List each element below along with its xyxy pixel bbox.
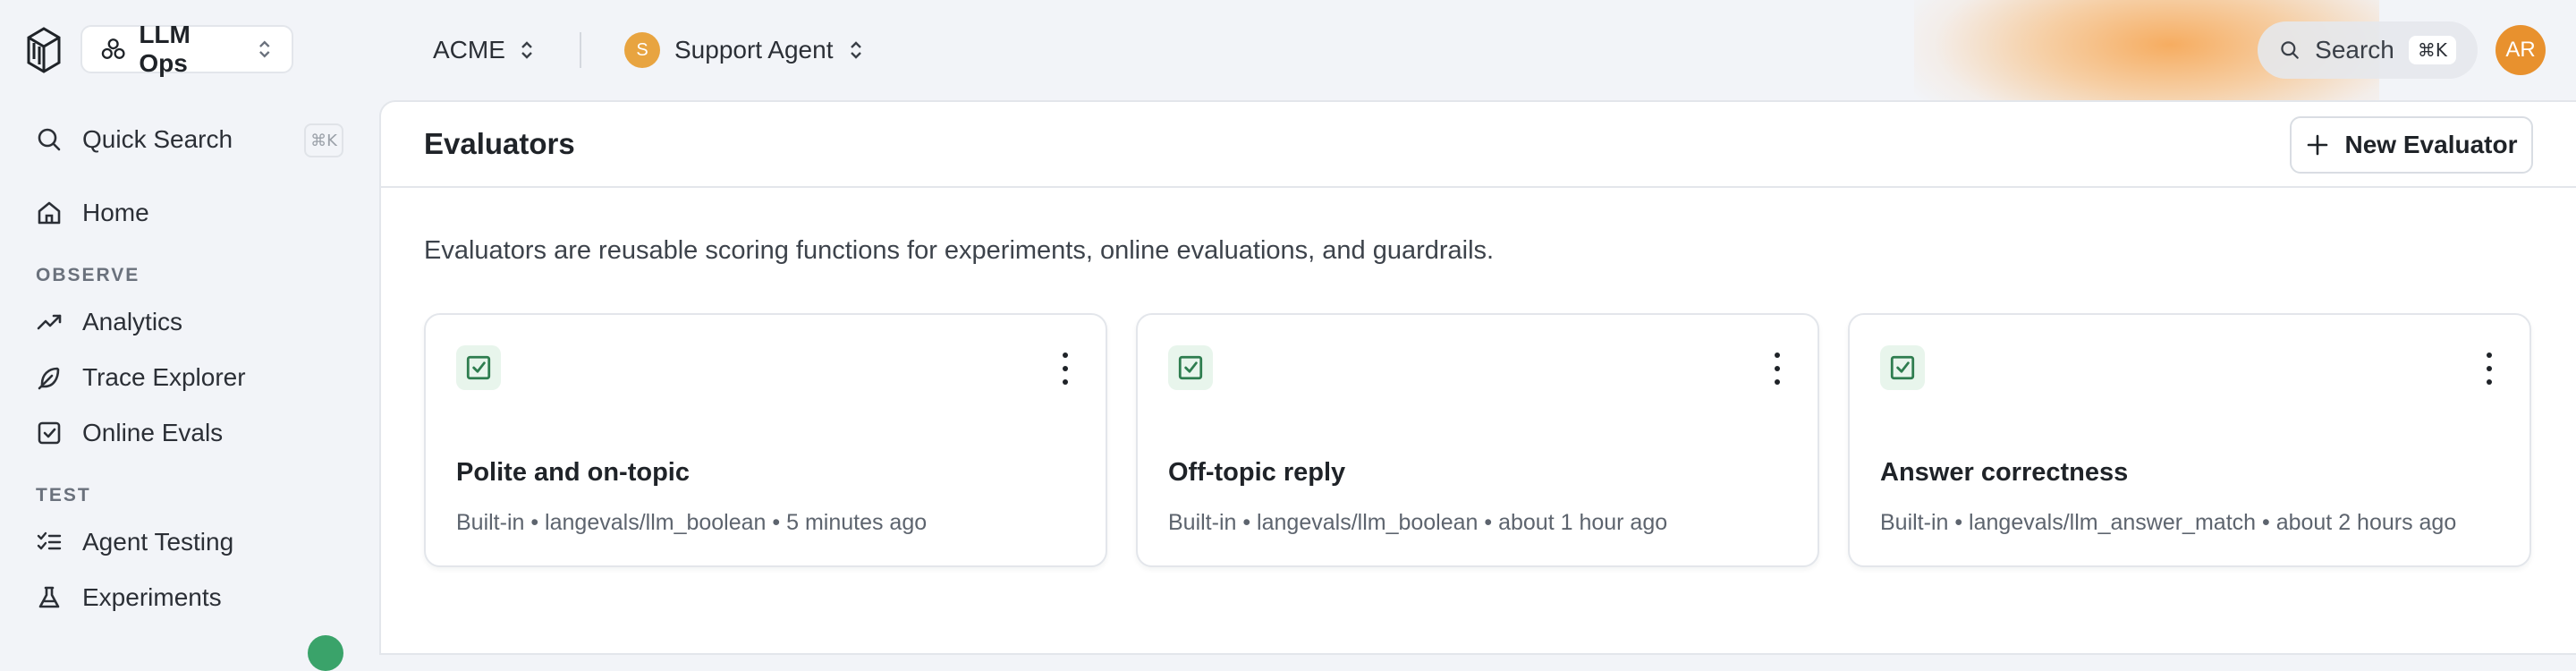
agent-name: Support Agent xyxy=(674,36,834,64)
check-square-icon xyxy=(1168,345,1213,390)
sidebar-item-label: Home xyxy=(82,199,149,226)
sidebar-item-experiments[interactable]: Experiments xyxy=(36,576,222,619)
more-vertical-icon[interactable] xyxy=(1052,352,1079,385)
agent-avatar: S xyxy=(624,32,660,68)
card-meta: Built-in • langevals/llm_boolean • about… xyxy=(1168,510,1668,535)
new-evaluator-button[interactable]: New Evaluator xyxy=(2290,116,2533,174)
chevron-updown-icon xyxy=(851,41,862,59)
more-vertical-icon[interactable] xyxy=(2476,352,2503,385)
section-label-observe: OBSERVE xyxy=(36,265,140,285)
home-icon xyxy=(38,201,61,225)
new-evaluator-label: New Evaluator xyxy=(2344,131,2518,158)
sidebar-item-label: Analytics xyxy=(82,308,183,336)
flask-icon xyxy=(38,586,60,608)
card-title: Off-topic reply xyxy=(1168,458,1346,487)
project-name: LLM Ops xyxy=(139,21,191,77)
sidebar-item-label: Experiments xyxy=(82,583,222,611)
cluster-icon xyxy=(101,38,125,59)
sidebar-item-online-evals[interactable]: Online Evals xyxy=(36,412,223,454)
sidebar-item-label: Trace Explorer xyxy=(82,363,246,391)
sidebar-item-home[interactable]: Home xyxy=(36,191,149,234)
search-shortcut: ⌘K xyxy=(2408,36,2456,64)
chevron-updown-icon xyxy=(521,41,532,59)
feather-icon xyxy=(38,367,60,390)
search-button[interactable]: Search ⌘K xyxy=(2258,21,2478,79)
header-divider xyxy=(580,32,581,68)
user-avatar[interactable]: AR xyxy=(2496,25,2546,75)
page-description: Evaluators are reusable scoring function… xyxy=(424,236,1495,265)
check-square-icon xyxy=(456,345,501,390)
sidebar-item-trace-explorer[interactable]: Trace Explorer xyxy=(36,356,246,399)
card-meta: Built-in • langevals/llm_answer_match • … xyxy=(1880,510,2457,535)
org-name: ACME xyxy=(433,36,505,64)
sidebar-item-label: Quick Search xyxy=(82,125,233,153)
search-label: Search xyxy=(2315,36,2394,64)
page-title: Evaluators xyxy=(424,127,575,160)
evaluator-card[interactable]: Answer correctness Built-in • langevals/… xyxy=(1848,313,2531,567)
evaluator-card[interactable]: Polite and on-topic Built-in • langevals… xyxy=(424,313,1107,567)
check-square-icon xyxy=(38,421,61,445)
main-panel: Evaluators New Evaluator Evaluators are … xyxy=(379,100,2576,655)
evaluator-card[interactable]: Off-topic reply Built-in • langevals/llm… xyxy=(1136,313,1819,567)
card-title: Answer correctness xyxy=(1880,458,2129,487)
org-switcher[interactable]: ACME xyxy=(433,29,536,72)
card-title: Polite and on-topic xyxy=(456,458,690,487)
page-header: Evaluators New Evaluator xyxy=(381,102,2576,188)
notification-badge xyxy=(308,635,343,671)
sidebar-item-label: Agent Testing xyxy=(82,528,234,556)
plus-icon xyxy=(2307,134,2327,156)
sidebar-item-label: Online Evals xyxy=(82,419,224,446)
section-label-test: TEST xyxy=(36,485,91,505)
search-icon xyxy=(38,128,61,151)
sidebar-item-agent-testing[interactable]: Agent Testing xyxy=(36,521,233,564)
more-vertical-icon[interactable] xyxy=(1764,352,1791,385)
list-checks-icon xyxy=(37,531,62,550)
sidebar: Quick Search ⌘K Home OBSERVE Analytics T… xyxy=(0,100,379,671)
trending-up-icon xyxy=(37,314,62,330)
project-switcher[interactable]: LLM Ops xyxy=(80,21,293,77)
card-meta: Built-in • langevals/llm_boolean • 5 min… xyxy=(456,510,928,535)
top-bar: LLM Ops ACME S Support Agent Search ⌘K A… xyxy=(0,0,2576,100)
quick-search-shortcut: ⌘K xyxy=(304,123,343,157)
sidebar-item-analytics[interactable]: Analytics xyxy=(36,301,182,344)
search-icon xyxy=(2281,41,2299,59)
sidebar-item-quick-search[interactable]: Quick Search xyxy=(36,118,233,161)
logo-icon[interactable] xyxy=(23,25,64,75)
chevron-updown-icon xyxy=(259,40,270,58)
agent-switcher[interactable]: S Support Agent xyxy=(624,29,865,72)
check-square-icon xyxy=(1880,345,1925,390)
